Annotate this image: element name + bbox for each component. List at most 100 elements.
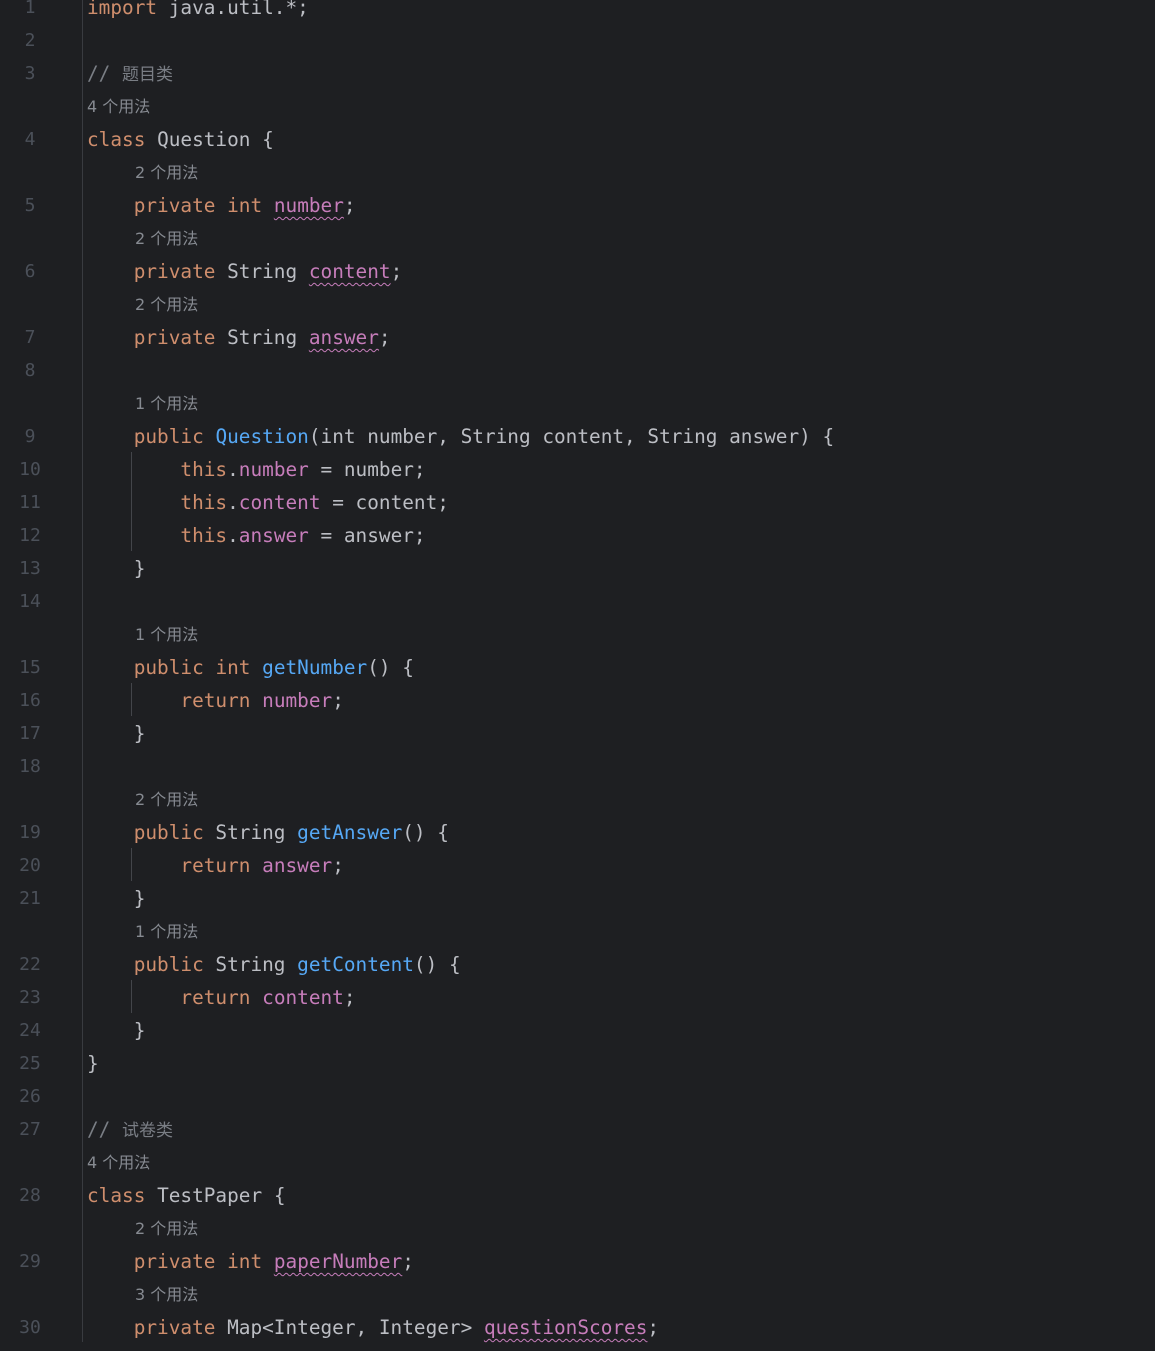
line-number: 11 xyxy=(19,492,41,513)
usage-hint[interactable]: 2 个用法 xyxy=(135,1212,198,1245)
code-line[interactable]: 21 } xyxy=(0,882,1155,915)
code-line[interactable]: 16 return number; xyxy=(0,684,1155,717)
code-line[interactable]: 15 public int getNumber() { xyxy=(0,651,1155,684)
usage-hint[interactable]: 2 个用法 xyxy=(135,288,198,321)
code-line[interactable]: 17 } xyxy=(0,717,1155,750)
usage-hint-row: 1 个用法 xyxy=(0,618,1155,651)
code-line[interactable]: 2 xyxy=(0,24,1155,57)
code-line[interactable]: 19 public String getAnswer() { xyxy=(0,816,1155,849)
code-line[interactable]: 13 } xyxy=(0,552,1155,585)
code-line[interactable]: 4 class Question { xyxy=(0,123,1155,156)
type-name: String xyxy=(215,260,298,283)
line-number: 30 xyxy=(19,1317,41,1338)
code-line[interactable]: 10 this.number = number; xyxy=(0,453,1155,486)
keyword: class xyxy=(87,128,146,151)
keyword: public xyxy=(133,425,204,448)
usage-hint-row: 4 个用法 xyxy=(0,1146,1155,1179)
line-number: 3 xyxy=(24,63,36,84)
code-line[interactable]: 12 this.answer = answer; xyxy=(0,519,1155,552)
code-line[interactable]: 20 return answer; xyxy=(0,849,1155,882)
type-name: Map<Integer, Integer> xyxy=(215,1316,484,1339)
line-number: 18 xyxy=(19,756,41,777)
brace: } xyxy=(133,557,146,580)
brace: } xyxy=(87,1052,99,1075)
line-number: 7 xyxy=(24,327,36,348)
code-line[interactable]: 7 private String answer; xyxy=(0,321,1155,354)
dot: . xyxy=(227,491,239,514)
usage-hint[interactable]: 4 个用法 xyxy=(87,90,150,123)
line-number: 28 xyxy=(19,1185,41,1206)
usage-hint-row: 1 个用法 xyxy=(0,387,1155,420)
line-number: 21 xyxy=(19,888,41,909)
brace: } xyxy=(133,722,146,745)
keyword: this xyxy=(180,458,228,481)
code-line[interactable]: 22 public String getContent() { xyxy=(0,948,1155,981)
line-number: 25 xyxy=(19,1053,41,1074)
code-line[interactable]: 30 private Map<Integer, Integer> questio… xyxy=(0,1311,1155,1344)
keyword: private xyxy=(133,1316,216,1339)
assignment: = answer; xyxy=(308,524,426,547)
type-name: String xyxy=(215,326,298,349)
line-number: 13 xyxy=(19,558,41,579)
keyword: import xyxy=(87,0,158,19)
code-line[interactable]: 27 // 试卷类 xyxy=(0,1113,1155,1146)
code-line[interactable]: 23 return content; xyxy=(0,981,1155,1014)
semicolon: ; xyxy=(402,1250,414,1273)
code-line[interactable]: 1 import java.util.*; xyxy=(0,0,1155,24)
usage-hint[interactable]: 1 个用法 xyxy=(135,387,198,420)
line-number: 26 xyxy=(19,1086,41,1107)
type-name: String xyxy=(203,953,286,976)
code-line[interactable]: 14 xyxy=(0,585,1155,618)
usage-hint[interactable]: 2 个用法 xyxy=(135,783,198,816)
code-line[interactable]: 5 private int number; xyxy=(0,189,1155,222)
usage-hint[interactable]: 1 个用法 xyxy=(135,915,198,948)
comment-marker: // xyxy=(87,1118,123,1141)
comment-text: 试卷类 xyxy=(122,1121,174,1141)
code-line[interactable]: 29 private int paperNumber; xyxy=(0,1245,1155,1278)
code-line[interactable]: 18 xyxy=(0,750,1155,783)
code-line[interactable]: 11 this.content = content; xyxy=(0,486,1155,519)
line-number: 9 xyxy=(24,426,36,447)
usage-hint[interactable]: 3 个用法 xyxy=(135,1278,198,1311)
usage-hint-row: 3 个用法 xyxy=(0,1278,1155,1311)
brace: } xyxy=(133,887,146,910)
line-number: 17 xyxy=(19,723,41,744)
usage-hint[interactable]: 2 个用法 xyxy=(135,156,198,189)
brace: { xyxy=(250,128,274,151)
code-line[interactable]: 8 xyxy=(0,354,1155,387)
usage-hint-row: 2 个用法 xyxy=(0,783,1155,816)
code-line[interactable]: 25 } xyxy=(0,1047,1155,1080)
keyword: private xyxy=(133,1250,216,1273)
keyword: int xyxy=(215,656,251,679)
code-editor[interactable]: 1 import java.util.*; 2 3 // 题目类 4 个用法 4… xyxy=(0,0,1155,1344)
comment-text: 题目类 xyxy=(122,65,174,85)
line-number: 8 xyxy=(24,360,36,381)
code-line[interactable]: 6 private String content; xyxy=(0,255,1155,288)
code-line[interactable]: 9 public Question(int number, String con… xyxy=(0,420,1155,453)
class-name: Question xyxy=(157,128,251,151)
method-name: getAnswer xyxy=(297,821,403,844)
field-name: content xyxy=(308,260,391,283)
line-number: 29 xyxy=(19,1251,41,1272)
line-number: 10 xyxy=(19,459,41,480)
line-number: 24 xyxy=(19,1020,41,1041)
usage-hint-row: 2 个用法 xyxy=(0,288,1155,321)
line-number: 4 xyxy=(24,129,36,150)
semicolon: ; xyxy=(378,326,391,349)
keyword: return xyxy=(180,986,251,1009)
keyword: return xyxy=(180,854,251,877)
usage-hint[interactable]: 4 个用法 xyxy=(87,1146,150,1179)
assignment: = number; xyxy=(308,458,426,481)
line-number: 2 xyxy=(24,30,36,51)
parens: () { xyxy=(367,656,414,679)
code-line[interactable]: 28 class TestPaper { xyxy=(0,1179,1155,1212)
method-name: getNumber xyxy=(262,656,368,679)
code-line[interactable]: 26 xyxy=(0,1080,1155,1113)
code-line[interactable]: 3 // 题目类 xyxy=(0,57,1155,90)
code-line[interactable]: 24 } xyxy=(0,1014,1155,1047)
keyword: public xyxy=(133,821,204,844)
dot: . xyxy=(227,524,239,547)
usage-hint[interactable]: 1 个用法 xyxy=(135,618,198,651)
field-name: content xyxy=(262,986,344,1009)
usage-hint[interactable]: 2 个用法 xyxy=(135,222,198,255)
